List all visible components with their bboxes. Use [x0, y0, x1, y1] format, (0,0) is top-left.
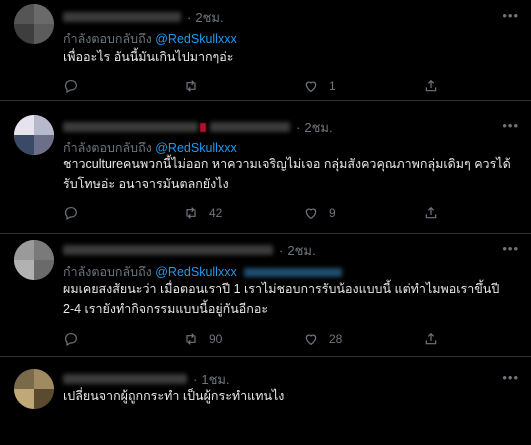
reply-icon — [65, 80, 77, 94]
author-name[interactable] — [63, 12, 181, 22]
tweet-text: เพื่ออะไร อันนี้มันเกินไปมากๆอ่ะ — [63, 50, 234, 64]
reply-button[interactable] — [63, 78, 103, 94]
retweet-icon — [186, 333, 196, 345]
avatar[interactable] — [14, 369, 54, 409]
timestamp[interactable]: 2ชม. — [195, 7, 223, 28]
more-icon[interactable]: ••• — [502, 118, 519, 133]
tweet-actions: 90 28 — [63, 331, 483, 349]
tweet-text: ผมเคยสงสัยนะว่า เมื่อตอนเราปี 1 เราไม่ชอ… — [63, 282, 500, 316]
separator-dot: · — [279, 242, 284, 258]
tweet[interactable]: · 2ชม. ••• กำลังตอบกลับถึง @RedSkullxxx … — [0, 101, 531, 234]
share-icon — [425, 79, 437, 92]
like-button[interactable]: 28 — [303, 331, 343, 347]
timestamp[interactable]: 2ชม. — [287, 240, 315, 261]
reply-prefix: กำลังตอบกลับถึง — [63, 141, 152, 155]
reply-button[interactable] — [63, 205, 103, 221]
reply-icon — [65, 333, 77, 347]
retweet-button[interactable]: 42 — [183, 205, 223, 221]
share-button[interactable] — [423, 331, 449, 347]
avatar[interactable] — [14, 240, 54, 280]
retweet-button[interactable]: 90 — [183, 331, 223, 347]
reply-prefix: กำลังตอบกลับถึง — [63, 32, 152, 46]
like-count: 1 — [329, 79, 336, 93]
author-handle[interactable] — [210, 122, 290, 132]
tweet-header: · 2ชม. — [63, 8, 224, 26]
tweet[interactable]: · 2ชม. ••• กำลังตอบกลับถึง @RedSkullxxx … — [0, 234, 531, 357]
like-count: 28 — [329, 332, 343, 346]
like-icon — [305, 81, 317, 93]
author-name[interactable] — [63, 374, 187, 384]
reply-context: กำลังตอบกลับถึง @RedSkullxxx — [63, 29, 237, 49]
author-name[interactable] — [63, 245, 273, 255]
avatar[interactable] — [14, 4, 54, 44]
more-icon[interactable]: ••• — [502, 241, 519, 256]
reply-prefix: กำลังตอบกลับถึง — [63, 265, 152, 279]
author-name[interactable] — [63, 122, 198, 132]
tweet-actions: 1 — [63, 78, 483, 96]
avatar[interactable] — [14, 115, 54, 155]
like-count: 9 — [329, 206, 336, 220]
reply-button[interactable] — [63, 331, 103, 347]
like-button[interactable]: 1 — [303, 78, 343, 94]
share-button[interactable] — [423, 205, 449, 221]
more-icon[interactable]: ••• — [502, 370, 519, 385]
timestamp[interactable]: 2ชม. — [304, 117, 332, 138]
tweet[interactable]: · 2ชม. ••• กำลังตอบกลับถึง @RedSkullxxx … — [0, 0, 531, 101]
author-badge — [200, 122, 206, 132]
retweet-count: 90 — [209, 332, 223, 346]
tweet-header: · 2ชม. — [63, 118, 333, 136]
tweet[interactable]: · 1ชม. ••• เปลี่ยนจากผู้ถูกกระทำ เป็นผู้… — [0, 357, 531, 445]
reply-handle-link[interactable]: @RedSkullxxx — [155, 141, 236, 155]
retweet-button[interactable] — [183, 78, 223, 94]
retweet-icon — [186, 80, 196, 92]
share-icon — [425, 332, 437, 345]
separator-dot: · — [187, 9, 192, 25]
reply-handle-link[interactable]: @RedSkullxxx — [155, 32, 236, 46]
tweet-actions: 42 9 — [63, 205, 483, 223]
separator-dot: · — [296, 119, 301, 135]
reply-icon — [65, 207, 77, 221]
share-icon — [425, 206, 437, 219]
like-button[interactable]: 9 — [303, 205, 343, 221]
reply-handle-link-2[interactable] — [244, 268, 343, 278]
more-icon[interactable]: ••• — [502, 8, 519, 23]
reply-handle-link[interactable]: @RedSkullxxx — [155, 265, 236, 279]
retweet-icon — [186, 207, 196, 219]
tweet-text: ชาวcultureคนพวกนี้ไม่ออก หาความเจริญไม่เ… — [63, 157, 511, 191]
like-icon — [305, 208, 317, 220]
tweet-header: · 2ชม. — [63, 241, 316, 259]
share-button[interactable] — [423, 78, 449, 94]
tweet-text: เปลี่ยนจากผู้ถูกกระทำ เป็นผู้กระทำแทนไง — [63, 389, 285, 403]
like-icon — [305, 334, 317, 346]
retweet-count: 42 — [209, 206, 223, 220]
separator-dot: · — [193, 371, 198, 387]
